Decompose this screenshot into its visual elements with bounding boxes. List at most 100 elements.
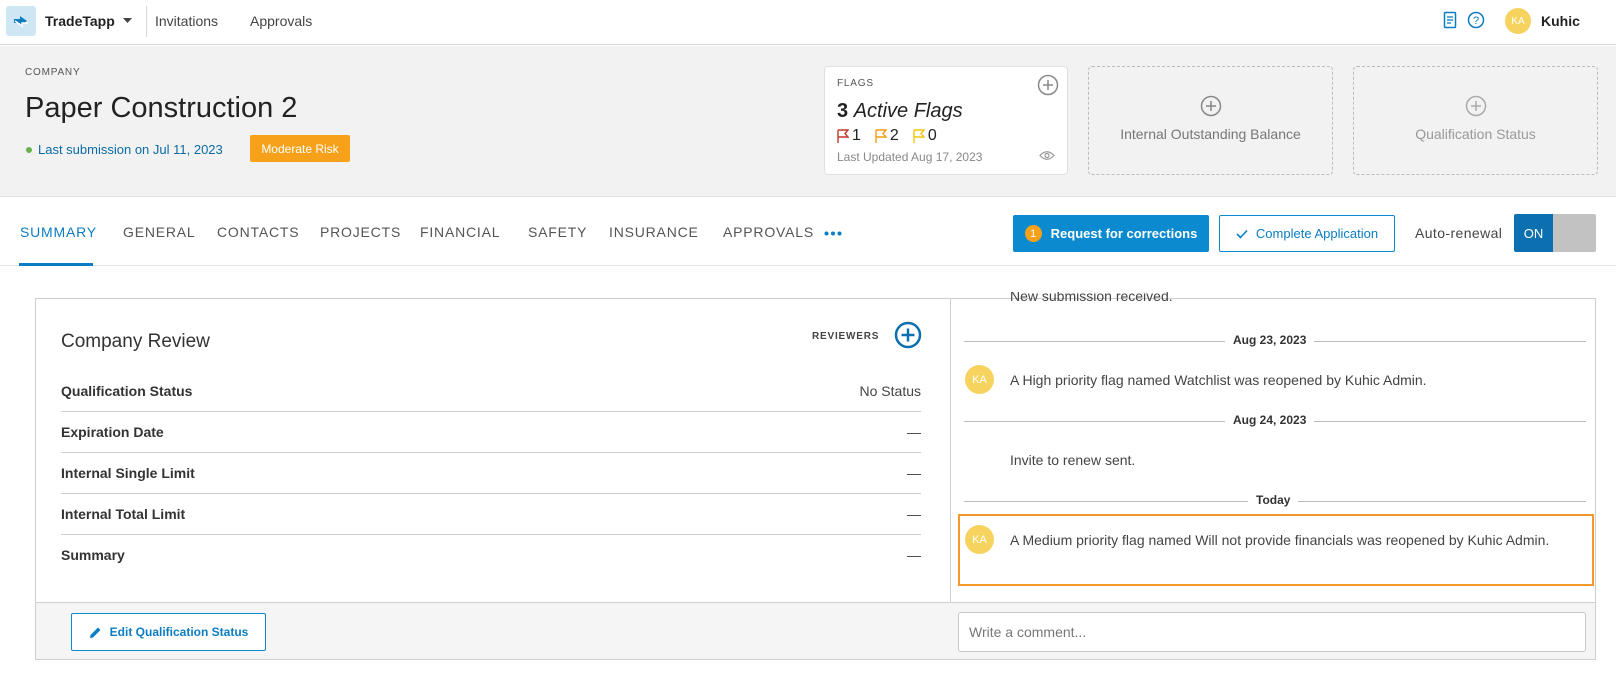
date-separator-today: Today (1248, 493, 1299, 507)
row-value: No Status (859, 383, 921, 399)
add-reviewer-icon[interactable] (894, 321, 922, 349)
tab-bar: SUMMARY GENERAL CONTACTS PROJECTS FINANC… (0, 198, 1616, 266)
document-icon[interactable] (1443, 11, 1457, 29)
complete-application-label: Complete Application (1255, 226, 1379, 241)
add-circle-icon (1200, 95, 1222, 117)
row-value: — (907, 424, 921, 440)
flags-count-number: 3 (837, 100, 849, 122)
row-label: Qualification Status (61, 383, 193, 399)
toggle-on-label: ON (1514, 214, 1553, 252)
row-value: — (907, 506, 921, 522)
feed-item-new-submission: New submission received. (1010, 292, 1173, 304)
date-separator-aug-23: Aug 23, 2023 (1225, 333, 1315, 347)
tradetapp-logo[interactable] (6, 6, 36, 36)
feed-avatar: KA (965, 365, 994, 394)
nav-divider (146, 6, 147, 37)
active-flags-count: 3 Active Flags (837, 100, 963, 123)
flags-last-updated: Last Updated Aug 17, 2023 (837, 150, 983, 164)
reviewers-label: REVIEWERS (812, 331, 880, 342)
auto-renewal-toggle[interactable]: ON (1514, 214, 1596, 252)
company-review-panel: Company Review REVIEWERS Qualification S… (35, 298, 1596, 660)
red-flag-icon (837, 129, 849, 143)
nav-invitations-link[interactable]: Invitations (155, 13, 218, 29)
svg-text:?: ? (1473, 15, 1479, 27)
flags-count-label: Active Flags (853, 100, 963, 122)
brand-switcher[interactable]: TradeTapp (45, 13, 132, 29)
auto-renewal-label: Auto-renewal (1415, 225, 1503, 241)
high-flag-count: 1 (837, 127, 861, 145)
eye-icon[interactable] (1039, 150, 1055, 161)
corrections-count-badge: 1 (1024, 225, 1042, 242)
orange-flag-icon (875, 129, 887, 143)
tab-general[interactable]: GENERAL (123, 224, 196, 240)
panel-divider (950, 299, 951, 602)
qualification-status-label: Qualification Status (1415, 126, 1536, 142)
company-header: COMPANY Paper Construction 2 Last submis… (0, 46, 1616, 197)
row-value: — (907, 465, 921, 481)
tab-contacts[interactable]: CONTACTS (217, 224, 299, 240)
tab-safety[interactable]: SAFETY (528, 224, 587, 240)
brand-name: TradeTapp (45, 13, 115, 29)
last-submission-link[interactable]: Last submission on Jul 11, 2023 (26, 142, 223, 157)
internal-outstanding-balance-card[interactable]: Internal Outstanding Balance (1088, 66, 1333, 175)
internal-outstanding-balance-label: Internal Outstanding Balance (1120, 126, 1301, 142)
add-circle-icon (1465, 95, 1487, 117)
review-row-internal-single-limit: Internal Single Limit — (61, 453, 921, 494)
flags-title: FLAGS (837, 78, 874, 89)
logo-icon (14, 16, 28, 28)
request-corrections-button[interactable]: 1 Request for corrections (1013, 215, 1209, 252)
add-flag-icon[interactable] (1037, 74, 1059, 96)
medium-flag-count: 2 (875, 127, 899, 145)
row-label: Expiration Date (61, 424, 164, 440)
tab-projects[interactable]: PROJECTS (320, 224, 401, 240)
user-name[interactable]: Kuhic (1541, 13, 1580, 29)
more-options-icon[interactable] (824, 231, 842, 236)
company-name: Paper Construction 2 (25, 92, 298, 124)
active-tab-indicator (19, 263, 93, 266)
feed-item-watchlist-flag: A High priority flag named Watchlist was… (1010, 372, 1427, 388)
feed-item-financials-flag: A Medium priority flag named Will not pr… (1010, 532, 1550, 548)
top-navigation: TradeTapp Invitations Approvals ? KA Kuh… (0, 0, 1616, 45)
low-flag-number: 0 (927, 127, 937, 144)
status-dot (26, 146, 32, 153)
company-label: COMPANY (25, 67, 81, 78)
low-flag-count: 0 (913, 127, 937, 145)
tab-summary[interactable]: SUMMARY (20, 224, 97, 240)
company-review-title: Company Review (61, 331, 210, 352)
user-avatar[interactable]: KA (1505, 8, 1531, 34)
review-row-summary: Summary — (61, 535, 921, 576)
tab-financial[interactable]: FINANCIAL (420, 224, 500, 240)
comment-input[interactable] (958, 612, 1586, 652)
yellow-flag-icon (913, 129, 925, 143)
review-row-internal-total-limit: Internal Total Limit — (61, 494, 921, 535)
tab-insurance[interactable]: INSURANCE (609, 224, 699, 240)
highlighted-feed-item (958, 514, 1594, 586)
risk-badge: Moderate Risk (250, 135, 350, 162)
review-row-expiration-date: Expiration Date — (61, 412, 921, 453)
feed-avatar: KA (965, 525, 994, 554)
edit-qualification-status-label: Edit Qualification Status (109, 625, 249, 639)
row-label: Summary (61, 547, 125, 563)
row-label: Internal Single Limit (61, 465, 195, 481)
row-value: — (907, 547, 921, 563)
review-row-qualification-status: Qualification Status No Status (61, 371, 921, 412)
flags-card[interactable]: FLAGS 3 Active Flags 1 2 0 Last Updated (824, 66, 1068, 175)
chevron-down-icon (122, 18, 132, 23)
toggle-off-area (1553, 214, 1596, 252)
flags-breakdown: 1 2 0 (837, 127, 937, 145)
pencil-icon (89, 627, 101, 638)
feed-item-invite-renew: Invite to renew sent. (1010, 452, 1136, 468)
qualification-status-card[interactable]: Qualification Status (1353, 66, 1598, 175)
edit-qualification-status-button[interactable]: Edit Qualification Status (71, 613, 266, 651)
help-icon[interactable]: ? (1467, 11, 1485, 29)
check-icon (1236, 229, 1248, 239)
nav-approvals-link[interactable]: Approvals (250, 13, 312, 29)
high-flag-number: 1 (852, 127, 861, 144)
row-label: Internal Total Limit (61, 506, 186, 522)
date-separator-aug-24: Aug 24, 2023 (1225, 413, 1315, 427)
tab-approvals[interactable]: APPROVALS (723, 224, 814, 240)
medium-flag-number: 2 (889, 127, 899, 144)
last-submission-text: Last submission on Jul 11, 2023 (38, 142, 223, 157)
request-corrections-label: Request for corrections (1050, 226, 1198, 241)
complete-application-button[interactable]: Complete Application (1219, 215, 1395, 252)
